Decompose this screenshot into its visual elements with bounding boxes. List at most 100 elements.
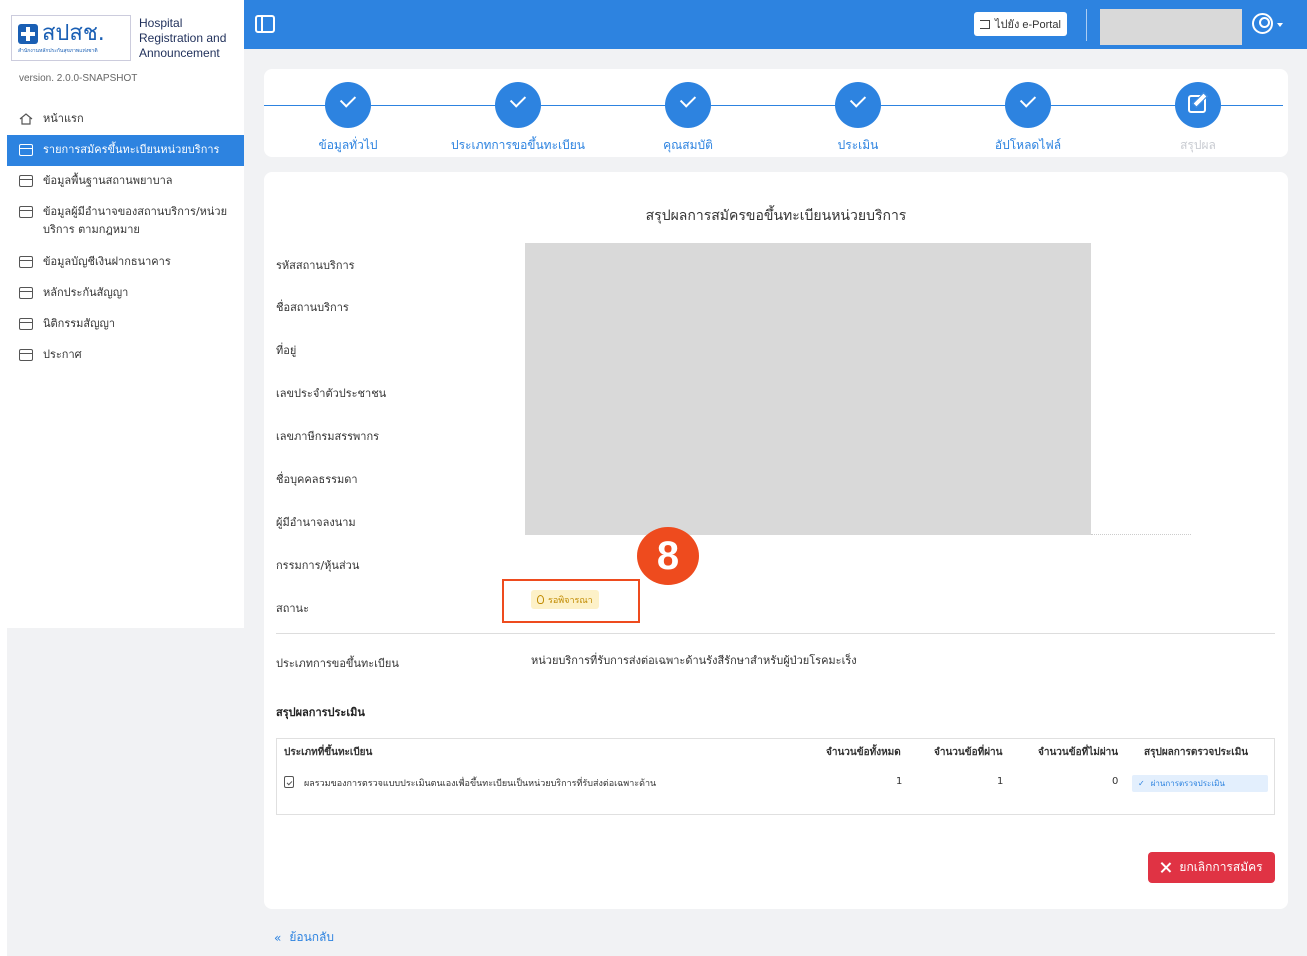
back-link[interactable]: « ย้อนกลับ [274,928,334,947]
logo-cross-icon [18,24,38,44]
user-info-redacted [1100,9,1242,45]
field-label-facility-name: ชื่อสถานบริการ [276,301,349,314]
user-account-icon[interactable] [1252,13,1273,34]
sidebar-item-label: ข้อมูลผู้มีอำนาจของสถานบริการ/หน่วยบริกา… [43,205,228,236]
table-header-result: สรุปผลการตรวจประเมิน [1144,747,1249,758]
registration-type-value: หน่วยบริการที่รับการส่งต่อเฉพาะด้านรังสี… [531,654,857,667]
table-header-failed: จำนวนข้อที่ไม่ผ่าน [1038,747,1119,758]
step-label: อัปโหลดไฟล์ [994,138,1062,152]
home-icon [19,113,33,125]
back-label: ย้อนกลับ [289,930,335,944]
step-label: คุณสมบัติ [663,138,713,152]
registration-type-label: ประเภทการขอขึ้นทะเบียน [276,657,399,670]
window-icon [19,318,33,330]
sidebar-item-announcement[interactable]: ประกาศ [7,340,248,371]
check-icon [1005,82,1051,128]
step-label: สรุปผล [1180,138,1216,152]
table-header-passed: จำนวนข้อที่ผ่าน [934,747,1003,758]
step-label: ประเมิน [837,138,879,152]
section-divider [276,633,1275,634]
e-portal-label: ไปยัง e-Portal [995,19,1061,31]
pass-result-badge: ✓ ผ่านการตรวจประเมิน [1132,775,1268,792]
sidebar-item-contract[interactable]: นิติกรรมสัญญา [7,309,248,340]
clipboard-icon [284,776,294,788]
sidebar-item-label: ข้อมูลบัญชีเงินฝากธนาคาร [43,255,171,268]
field-label-tax-id: เลขภาษีกรมสรรพากร [276,430,380,443]
cancel-application-button[interactable]: ยกเลิกการสมัคร [1148,852,1275,883]
window-icon [19,175,33,187]
app-logo[interactable]: สปสช. สำนักงานหลักประกันสุขภาพแห่งชาติ H… [11,12,235,64]
sidebar-item-contract-guarantee[interactable]: หลักประกันสัญญา [7,278,248,309]
step-assessment: ประเมิน [773,82,943,152]
step-label: ข้อมูลทั่วไป [318,138,378,152]
step-general-info: ข้อมูลทั่วไป [263,82,433,152]
field-label-address: ที่อยู่ [276,344,297,357]
table-cell-failed: 0 [1112,776,1119,787]
step-qualifications: คุณสมบัติ [603,82,773,152]
top-bar: ไปยัง e-Portal [244,0,1307,49]
divider [1091,534,1191,535]
logo-app-name: Hospital Registration and Announcement [139,16,226,61]
e-portal-button[interactable]: ไปยัง e-Portal [974,12,1067,36]
table-cell-passed: 1 [997,776,1004,787]
field-label-signatory: ผู้มีอำนาจลงนาม [276,516,356,529]
header-divider [1086,9,1087,41]
sidebar-item-label: ประกาศ [43,348,82,361]
check-icon [325,82,371,128]
sidebar-item-label: หน้าแรก [43,112,84,125]
annotation-number-badge: 8 [637,527,699,585]
lightbulb-icon [537,595,544,604]
field-label-person-name: ชื่อบุคคลธรรมดา [276,473,358,486]
close-icon [1160,862,1171,873]
table-header-type: ประเภทที่ขึ้นทะเบียน [284,747,373,758]
table-header-total: จำนวนข้อทั้งหมด [826,747,901,758]
window-icon [19,349,33,361]
check-icon: ✓ [1138,779,1145,788]
sidebar-item-hospital-info[interactable]: ข้อมูลพื้นฐานสถานพยาบาล [7,166,248,197]
sidebar-item-label: รายการสมัครขึ้นทะเบียนหน่วยบริการ [43,143,220,156]
table-cell-total: 1 [896,776,903,787]
step-summary: สรุปผล [1113,82,1283,152]
cancel-label: ยกเลิกการสมัคร [1179,860,1263,874]
chevron-down-icon[interactable] [1277,23,1283,27]
logo-subtitle: สำนักงานหลักประกันสุขภาพแห่งชาติ [18,48,98,54]
pass-result-label: ผ่านการตรวจประเมิน [1150,779,1225,788]
step-label: ประเภทการขอขึ้นทะเบียน [450,138,585,152]
sidebar-item-registration-list[interactable]: รายการสมัครขึ้นทะเบียนหน่วยบริการ [7,135,248,166]
field-label-facility-code: รหัสสถานบริการ [276,259,355,272]
exit-icon [980,19,990,29]
sidebar-menu: หน้าแรก รายการสมัครขึ้นทะเบียนหน่วยบริกา… [7,104,248,371]
sidebar-item-home[interactable]: หน้าแรก [7,104,248,135]
redacted-values [525,243,1091,535]
logo-line-1: Hospital [139,15,183,30]
window-icon [19,206,33,218]
logo-line-2: Registration and [139,30,227,45]
sidebar-item-authorized-persons[interactable]: ข้อมูลผู้มีอำนาจของสถานบริการ/หน่วยบริกา… [7,197,248,247]
step-registration-type: ประเภทการขอขึ้นทะเบียน [433,82,603,152]
app-version: version. 2.0.0-SNAPSHOT [19,73,138,84]
check-icon [835,82,881,128]
status-value: รอพิจารณา [548,595,593,606]
sidebar-footer-area [7,628,244,956]
step-upload: อัปโหลดไฟล์ [943,82,1113,152]
page-title: สรุปผลการสมัครขอขึ้นทะเบียนหน่วยบริการ [645,208,907,224]
window-icon [19,256,33,268]
field-label-citizen-id: เลขประจำตัวประชาชน [276,387,387,400]
nhso-logo: สปสช. สำนักงานหลักประกันสุขภาพแห่งชาติ [11,15,131,61]
status-badge: รอพิจารณา [531,590,599,609]
check-icon [665,82,711,128]
logo-line-3: Announcement [139,45,220,60]
sidebar-toggle-icon[interactable] [255,15,275,33]
sidebar-item-bank-account[interactable]: ข้อมูลบัญชีเงินฝากธนาคาร [7,247,248,278]
window-icon [19,144,33,156]
field-label-status: สถานะ [276,602,309,615]
sidebar-item-label: หลักประกันสัญญา [43,286,129,299]
check-icon [495,82,541,128]
field-label-directors: กรรมการ/หุ้นส่วน [276,559,360,572]
window-icon [19,287,33,299]
sidebar-item-label: นิติกรรมสัญญา [43,317,116,330]
double-chevron-left-icon: « [274,930,282,945]
assessment-section-title: สรุปผลการประเมิน [276,706,365,719]
sidebar-item-label: ข้อมูลพื้นฐานสถานพยาบาล [43,174,173,187]
edit-icon [1175,82,1221,128]
